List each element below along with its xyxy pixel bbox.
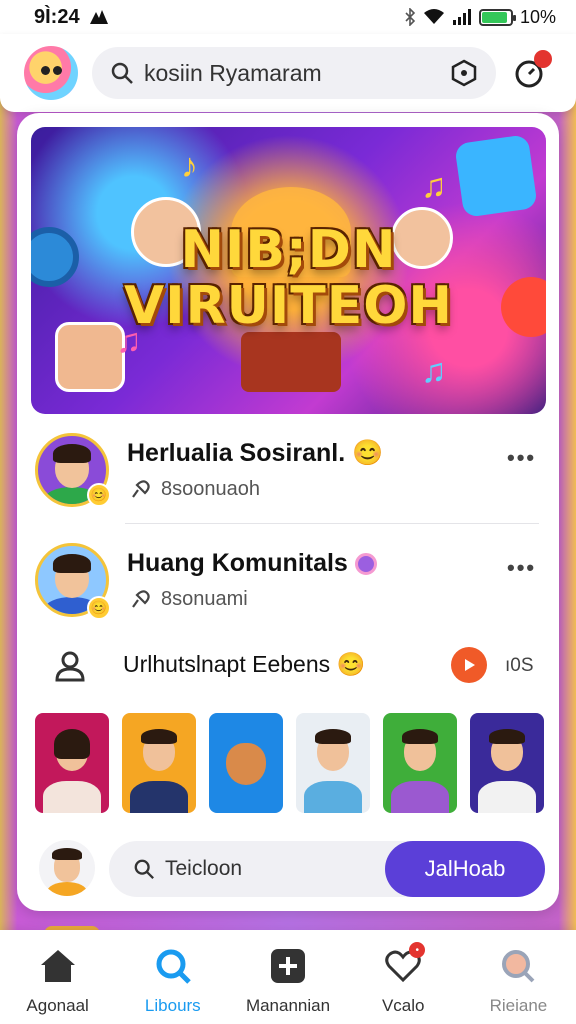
- group-icon: [55, 651, 85, 682]
- status-bar: 9Ì:24 10%: [0, 0, 576, 34]
- banner-title: NIB;DN VIRUITEOH: [31, 222, 546, 334]
- battery-icon: [478, 8, 516, 26]
- hexagon-icon[interactable]: [450, 59, 478, 87]
- list-item[interactable]: 😊 Herlualia Sosiranl. 😊 8soonuaoh •••: [17, 431, 559, 521]
- location-pin-icon: [354, 553, 377, 576]
- post-meta: 8sonuami: [161, 588, 248, 610]
- profile-search-icon: [496, 944, 540, 988]
- nav-item-profile[interactable]: Rieiane: [461, 930, 576, 1024]
- stories-row: [35, 713, 545, 813]
- story-thumbnail[interactable]: [296, 713, 370, 813]
- post-subtitle: 8sonuami: [129, 588, 248, 611]
- compose-placeholder: Teicloon: [165, 857, 243, 880]
- search-input[interactable]: kosiin Ryamaram: [144, 60, 450, 87]
- music-note-icon: ♫: [421, 167, 447, 205]
- nav-label: Manannian: [245, 996, 331, 1015]
- status-left: 9Ì:24: [34, 6, 110, 29]
- logo-eye-icon: [53, 66, 62, 75]
- pin-icon: [132, 479, 150, 498]
- add-icon: [266, 944, 310, 988]
- cell-signal-icon: [452, 9, 471, 25]
- search-icon: [151, 944, 195, 988]
- story-thumbnail[interactable]: [35, 713, 109, 813]
- nav-label: Libours: [144, 996, 201, 1015]
- logo-eye-icon: [41, 66, 50, 75]
- search-icon: [111, 62, 133, 84]
- play-icon: [465, 659, 475, 671]
- smile-emoji-icon: 😊: [352, 439, 384, 467]
- app-header: kosiin Ryamaram: [0, 34, 576, 112]
- smile-emoji-icon: 😊: [336, 651, 366, 677]
- music-note-icon: ♪: [181, 147, 198, 185]
- list-item[interactable]: 😊 Huang Komunitals 8sonuami •••: [17, 541, 559, 631]
- banner-emoji-tile: [454, 134, 538, 218]
- story-thumbnail[interactable]: [470, 713, 544, 813]
- post-subtitle: 8soonuaoh: [129, 478, 260, 501]
- search-icon: [134, 859, 154, 879]
- nav-label: Rieiane: [489, 996, 548, 1015]
- app-logo[interactable]: [24, 46, 78, 100]
- more-options-button[interactable]: •••: [507, 445, 536, 471]
- post-title: Huang Komunitals: [127, 549, 377, 578]
- signal-app-icon: [89, 10, 108, 24]
- event-title: Urlhutslnapt Eebens 😊: [123, 651, 366, 677]
- banner-title-line2: VIRUITEOH: [124, 276, 453, 336]
- bluetooth-icon: [405, 8, 416, 26]
- compose-field[interactable]: Teicloon JalHoab: [109, 841, 545, 897]
- notification-button[interactable]: [512, 50, 552, 90]
- feed-card: ♪ ♫ ♫ ♫ NIB;DN VIRUITEOH 😊 Herlualia Sos…: [17, 113, 559, 911]
- nav-label: Agonaal: [26, 996, 89, 1015]
- featured-banner[interactable]: ♪ ♫ ♫ ♫ NIB;DN VIRUITEOH: [31, 127, 546, 414]
- banner-title-line1: NIB;DN: [180, 220, 397, 280]
- notification-badge: [534, 50, 552, 68]
- story-thumbnail[interactable]: [209, 713, 283, 813]
- wifi-icon: [423, 9, 444, 24]
- play-button[interactable]: [451, 647, 487, 683]
- divider: [125, 523, 539, 524]
- bottom-navigation: Agonaal Libours Manannian • Vcalo Rieian…: [0, 930, 576, 1024]
- more-options-button[interactable]: •••: [507, 555, 536, 581]
- event-count: ı0S: [505, 655, 534, 676]
- home-icon: [36, 944, 80, 988]
- status-time: 9Ì:24: [34, 5, 80, 28]
- post-title: Herlualia Sosiranl. 😊: [127, 439, 384, 467]
- nav-item-create[interactable]: Manannian: [230, 930, 345, 1024]
- search-bar[interactable]: kosiin Ryamaram: [92, 47, 496, 99]
- battery-level: 10%: [519, 6, 556, 27]
- banner-stand: [241, 332, 341, 392]
- pin-icon: [132, 589, 150, 608]
- nav-item-search[interactable]: Libours: [115, 930, 230, 1024]
- emoji-badge-icon: 😊: [87, 596, 111, 620]
- story-thumbnail[interactable]: [122, 713, 196, 813]
- post-button[interactable]: JalHoab: [385, 841, 545, 897]
- nav-item-activity[interactable]: • Vcalo: [346, 930, 461, 1024]
- heart-icon: •: [381, 942, 426, 988]
- nav-item-home[interactable]: Agonaal: [0, 930, 115, 1024]
- story-thumbnail[interactable]: [383, 713, 457, 813]
- music-note-icon: ♫: [421, 352, 447, 390]
- event-row[interactable]: Urlhutslnapt Eebens 😊 ı0S: [17, 643, 559, 693]
- status-right: 10%: [404, 7, 556, 28]
- user-avatar[interactable]: [39, 840, 95, 896]
- emoji-badge-icon: 😊: [87, 483, 111, 507]
- post-meta: 8soonuaoh: [161, 478, 260, 500]
- nav-label: Vcalo: [381, 996, 425, 1015]
